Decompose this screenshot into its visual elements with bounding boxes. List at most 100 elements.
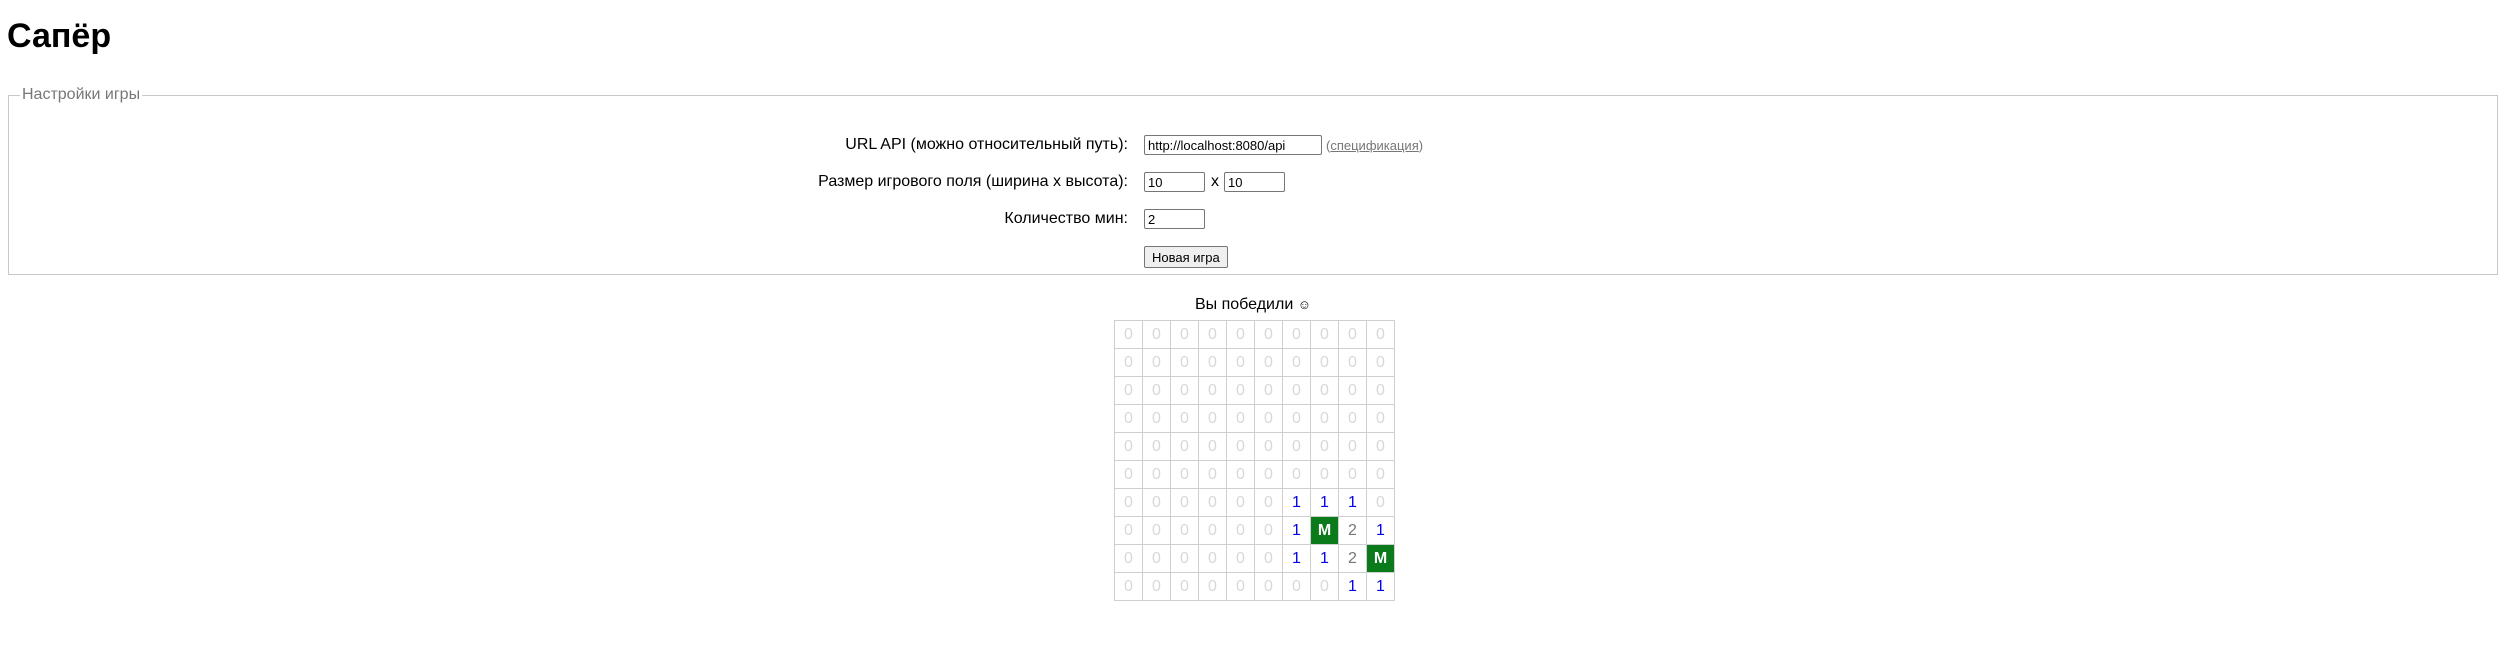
- board-cell[interactable]: 0: [1366, 404, 1395, 433]
- board-cell[interactable]: 0: [1170, 544, 1199, 573]
- board-cell[interactable]: 0: [1310, 348, 1339, 377]
- board-cell[interactable]: 0: [1226, 320, 1255, 349]
- mine-cell[interactable]: M: [1310, 516, 1339, 545]
- board-cell[interactable]: 0: [1254, 376, 1283, 405]
- board-cell[interactable]: 0: [1254, 404, 1283, 433]
- board-cell[interactable]: 0: [1170, 376, 1199, 405]
- board-cell[interactable]: 0: [1198, 544, 1227, 573]
- board-cell[interactable]: 0: [1254, 432, 1283, 461]
- board-cell[interactable]: 0: [1282, 460, 1311, 489]
- board-cell[interactable]: 0: [1142, 432, 1171, 461]
- board-cell[interactable]: 0: [1338, 320, 1367, 349]
- board-cell[interactable]: 1: [1282, 544, 1311, 573]
- board-cell[interactable]: 0: [1338, 348, 1367, 377]
- board-cell[interactable]: 0: [1142, 376, 1171, 405]
- board-cell[interactable]: 0: [1254, 544, 1283, 573]
- board-cell[interactable]: 0: [1226, 544, 1255, 573]
- board-cell[interactable]: 0: [1226, 404, 1255, 433]
- board-cell[interactable]: 0: [1366, 320, 1395, 349]
- board-cell[interactable]: 1: [1282, 488, 1311, 517]
- board-cell[interactable]: 0: [1142, 348, 1171, 377]
- board-cell[interactable]: 0: [1142, 488, 1171, 517]
- board-cell[interactable]: 0: [1366, 376, 1395, 405]
- board-cell[interactable]: 0: [1338, 432, 1367, 461]
- board-cell[interactable]: 0: [1282, 348, 1311, 377]
- board-cell[interactable]: 1: [1310, 488, 1339, 517]
- board-cell[interactable]: 0: [1226, 348, 1255, 377]
- board-cell[interactable]: 0: [1170, 488, 1199, 517]
- board-cell[interactable]: 0: [1254, 348, 1283, 377]
- board-cell[interactable]: 0: [1366, 432, 1395, 461]
- board-cell[interactable]: 0: [1338, 404, 1367, 433]
- api-url-input[interactable]: [1144, 135, 1322, 155]
- board-cell[interactable]: 0: [1254, 488, 1283, 517]
- board-cell[interactable]: 0: [1282, 376, 1311, 405]
- mines-input[interactable]: [1144, 209, 1205, 229]
- board-cell[interactable]: 1: [1310, 544, 1339, 573]
- board-cell[interactable]: 0: [1114, 516, 1143, 545]
- board-cell[interactable]: 0: [1198, 488, 1227, 517]
- board-cell[interactable]: 0: [1114, 376, 1143, 405]
- mine-cell[interactable]: M: [1366, 544, 1395, 573]
- board-cell[interactable]: 0: [1282, 572, 1311, 601]
- new-game-button[interactable]: Новая игра: [1144, 246, 1228, 268]
- board-cell[interactable]: 0: [1226, 432, 1255, 461]
- board-cell[interactable]: 0: [1198, 348, 1227, 377]
- board-cell[interactable]: 1: [1338, 572, 1367, 601]
- board-cell[interactable]: 0: [1198, 572, 1227, 601]
- height-input[interactable]: [1224, 172, 1285, 192]
- board-cell[interactable]: 0: [1282, 320, 1311, 349]
- board-cell[interactable]: 0: [1226, 516, 1255, 545]
- board-cell[interactable]: 0: [1366, 488, 1395, 517]
- board-cell[interactable]: 0: [1114, 460, 1143, 489]
- board-cell[interactable]: 0: [1310, 460, 1339, 489]
- board-cell[interactable]: 0: [1282, 432, 1311, 461]
- board-cell[interactable]: 0: [1114, 488, 1143, 517]
- board-cell[interactable]: 1: [1282, 516, 1311, 545]
- board-cell[interactable]: 0: [1142, 404, 1171, 433]
- board-cell[interactable]: 0: [1170, 320, 1199, 349]
- board-cell[interactable]: 0: [1114, 544, 1143, 573]
- board-cell[interactable]: 0: [1282, 404, 1311, 433]
- board-cell[interactable]: 0: [1310, 376, 1339, 405]
- board-cell[interactable]: 0: [1170, 516, 1199, 545]
- board-cell[interactable]: 0: [1198, 432, 1227, 461]
- board-cell[interactable]: 1: [1366, 572, 1395, 601]
- board-cell[interactable]: 0: [1366, 460, 1395, 489]
- board-cell[interactable]: 0: [1226, 460, 1255, 489]
- board-cell[interactable]: 0: [1254, 460, 1283, 489]
- board-cell[interactable]: 0: [1310, 432, 1339, 461]
- board-cell[interactable]: 0: [1198, 320, 1227, 349]
- board-cell[interactable]: 0: [1114, 404, 1143, 433]
- board-cell[interactable]: 0: [1254, 320, 1283, 349]
- board-cell[interactable]: 0: [1226, 572, 1255, 601]
- board-cell[interactable]: 0: [1310, 320, 1339, 349]
- board-cell[interactable]: 0: [1170, 404, 1199, 433]
- board-cell[interactable]: 0: [1170, 348, 1199, 377]
- width-input[interactable]: [1144, 172, 1205, 192]
- board-cell[interactable]: 0: [1198, 376, 1227, 405]
- board-cell[interactable]: 0: [1366, 348, 1395, 377]
- board-cell[interactable]: 0: [1142, 460, 1171, 489]
- board-cell[interactable]: 0: [1338, 376, 1367, 405]
- board-cell[interactable]: 0: [1170, 432, 1199, 461]
- board-cell[interactable]: 0: [1254, 572, 1283, 601]
- board-cell[interactable]: 0: [1310, 572, 1339, 601]
- board-cell[interactable]: 1: [1338, 488, 1367, 517]
- board-cell[interactable]: 0: [1142, 544, 1171, 573]
- board-cell[interactable]: 0: [1114, 572, 1143, 601]
- board-cell[interactable]: 0: [1226, 376, 1255, 405]
- board-cell[interactable]: 0: [1114, 320, 1143, 349]
- board-cell[interactable]: 0: [1142, 572, 1171, 601]
- board-cell[interactable]: 0: [1142, 516, 1171, 545]
- board-cell[interactable]: 0: [1170, 460, 1199, 489]
- board-cell[interactable]: 0: [1198, 404, 1227, 433]
- board-cell[interactable]: 0: [1338, 460, 1367, 489]
- board-cell[interactable]: 0: [1226, 488, 1255, 517]
- board-cell[interactable]: 0: [1170, 572, 1199, 601]
- board-cell[interactable]: 2: [1338, 544, 1367, 573]
- board-cell[interactable]: 0: [1310, 404, 1339, 433]
- board-cell[interactable]: 0: [1254, 516, 1283, 545]
- spec-link[interactable]: спецификация: [1330, 138, 1418, 153]
- board-cell[interactable]: 1: [1366, 516, 1395, 545]
